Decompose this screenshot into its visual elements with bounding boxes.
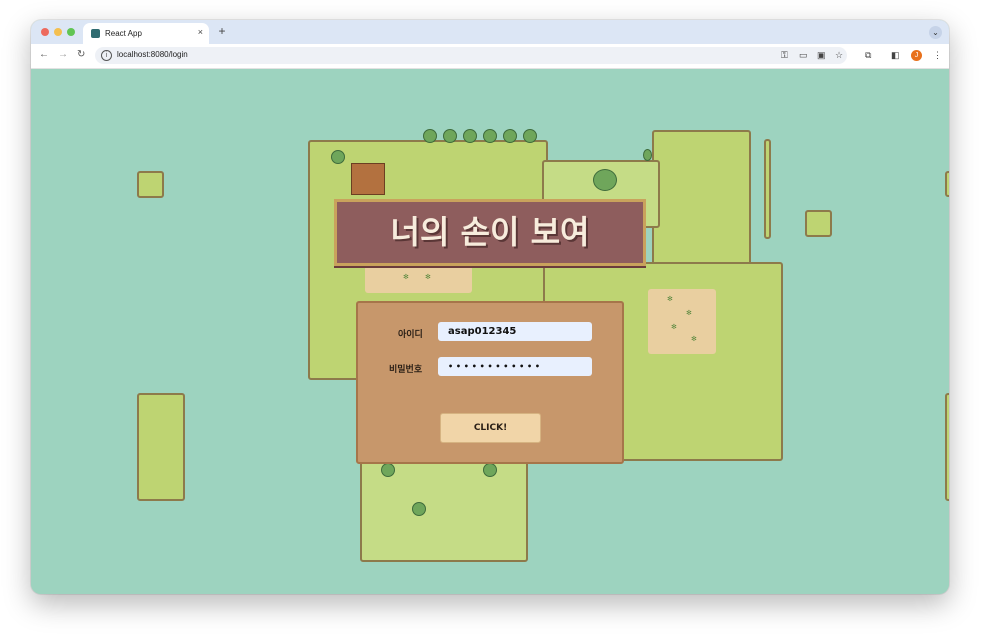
- small-island: [137, 171, 164, 198]
- game-title-banner: 너의 손이 보여: [334, 199, 646, 266]
- dirt-farm-plot: [365, 266, 472, 293]
- side-panel-icon[interactable]: ◧: [891, 50, 900, 61]
- sprout-icon: ✻: [425, 274, 431, 281]
- sprout-icon: ✻: [691, 336, 697, 343]
- tree-icon: [643, 149, 652, 161]
- key-icon[interactable]: ⚿: [781, 50, 788, 61]
- tree-icon: [381, 463, 395, 477]
- reload-icon[interactable]: ↻: [77, 49, 85, 60]
- sprout-icon: ✻: [686, 310, 692, 317]
- game-map: ✻ ✻ ✻ ✻ ✻ ✻ 너의 손이 보여 아이디 asap012345 비밀번호…: [31, 69, 949, 594]
- back-icon[interactable]: ←: [39, 49, 49, 60]
- maximize-window-button[interactable]: [67, 28, 75, 36]
- tree-icon: [523, 129, 537, 143]
- main-island-northeast: [652, 130, 751, 270]
- login-panel: 아이디 asap012345 비밀번호 • • • • • • • • • • …: [356, 301, 624, 464]
- forward-icon[interactable]: →: [58, 49, 68, 60]
- dirt-farm-plot: [648, 289, 716, 354]
- tree-icon: [483, 129, 497, 143]
- profile-avatar[interactable]: J: [911, 50, 922, 61]
- extensions-icon[interactable]: ⧉: [865, 50, 871, 61]
- browser-window: React App × + ⌄ ← → ↻ i localhost:8080/l…: [31, 20, 949, 594]
- title-bar: React App × + ⌄: [31, 20, 949, 44]
- sprout-icon: ✻: [403, 274, 409, 281]
- minimize-window-button[interactable]: [54, 28, 62, 36]
- tree-icon: [412, 502, 426, 516]
- login-submit-button[interactable]: CLICK!: [440, 413, 541, 443]
- narrow-strip: [764, 139, 771, 239]
- edge-island: [945, 171, 949, 197]
- sprout-icon: ✻: [671, 324, 677, 331]
- tab-close-icon[interactable]: ×: [198, 27, 203, 37]
- tall-island: [137, 393, 185, 501]
- tab-title: React App: [105, 29, 142, 38]
- id-input[interactable]: asap012345: [438, 322, 592, 341]
- url-text: localhost:8080/login: [117, 50, 188, 59]
- bookmark-star-icon[interactable]: ☆: [835, 50, 843, 61]
- tree-icon: [443, 129, 457, 143]
- new-tab-button[interactable]: +: [215, 25, 229, 39]
- more-menu-icon[interactable]: ⋮: [933, 50, 942, 61]
- translate-icon[interactable]: ▣: [817, 50, 826, 61]
- react-favicon-icon: [91, 29, 100, 38]
- password-label: 비밀번호: [389, 364, 423, 374]
- tree-icon: [331, 150, 345, 164]
- tree-icon: [463, 129, 477, 143]
- close-window-button[interactable]: [41, 28, 49, 36]
- tab-search-chevron-icon[interactable]: ⌄: [929, 26, 942, 39]
- password-input[interactable]: • • • • • • • • • • • •: [438, 357, 592, 376]
- browser-toolbar: ← → ↻ i localhost:8080/login ⚿ ▭ ▣ ☆ ⧉ ◧…: [31, 44, 949, 69]
- address-bar[interactable]: i localhost:8080/login: [95, 47, 847, 64]
- edge-island: [945, 393, 949, 501]
- tree-icon: [483, 463, 497, 477]
- site-info-icon[interactable]: i: [101, 50, 112, 61]
- tree-icon: [423, 129, 437, 143]
- small-island: [805, 210, 832, 237]
- sprout-icon: ✻: [667, 296, 673, 303]
- cast-icon[interactable]: ▭: [799, 50, 808, 61]
- tree-icon: [503, 129, 517, 143]
- browser-tab[interactable]: React App ×: [83, 23, 209, 44]
- tree-icon: [593, 169, 617, 191]
- id-label: 아이디: [398, 329, 423, 339]
- house-icon: [351, 163, 385, 195]
